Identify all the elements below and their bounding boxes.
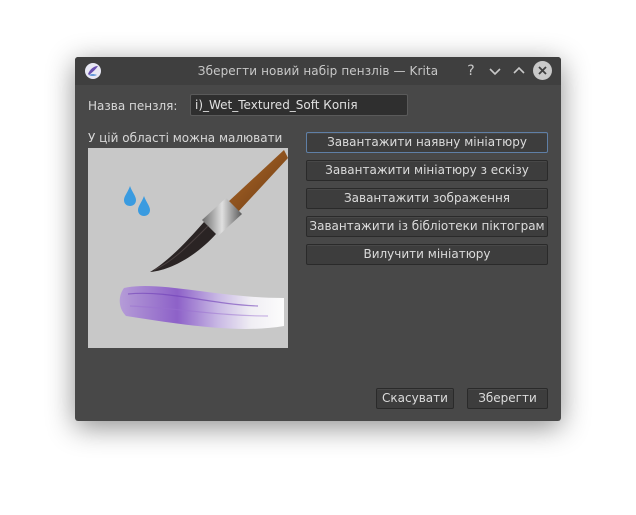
load-thumbnail-from-sketch-button[interactable]: Завантажити мініатюру з ескізу (306, 160, 548, 181)
help-icon: ? (467, 63, 475, 79)
load-image-button[interactable]: Завантажити зображення (306, 188, 548, 209)
close-icon (538, 66, 547, 75)
chevron-down-icon (489, 68, 501, 76)
brush-preview-image (88, 148, 288, 348)
titlebar[interactable]: Зберегти новий набір пензлів — Krita ? (75, 57, 561, 85)
maximize-button[interactable] (509, 61, 529, 81)
brush-name-label: Назва пензля: (88, 99, 178, 113)
draw-area-label: У цій області можна малювати (88, 131, 283, 145)
dialog-shadow: Зберегти новий набір пензлів — Krita ? Н… (75, 57, 561, 421)
chevron-up-icon (513, 66, 525, 74)
save-brush-preset-dialog: Зберегти новий набір пензлів — Krita ? Н… (75, 57, 561, 421)
save-button[interactable]: Зберегти (467, 388, 548, 409)
brush-name-input[interactable] (190, 94, 408, 116)
minimize-button[interactable] (485, 61, 505, 81)
load-from-icon-library-button[interactable]: Завантажити із бібліотеки піктограм (306, 216, 548, 237)
load-existing-thumbnail-button[interactable]: Завантажити наявну мініатюру (306, 132, 548, 153)
clear-thumbnail-button[interactable]: Вилучити мініатюру (306, 244, 548, 265)
close-button[interactable] (533, 61, 552, 80)
thumbnail-drawing-canvas[interactable] (88, 148, 288, 348)
cancel-button[interactable]: Скасувати (376, 388, 454, 409)
help-button[interactable]: ? (461, 61, 481, 81)
